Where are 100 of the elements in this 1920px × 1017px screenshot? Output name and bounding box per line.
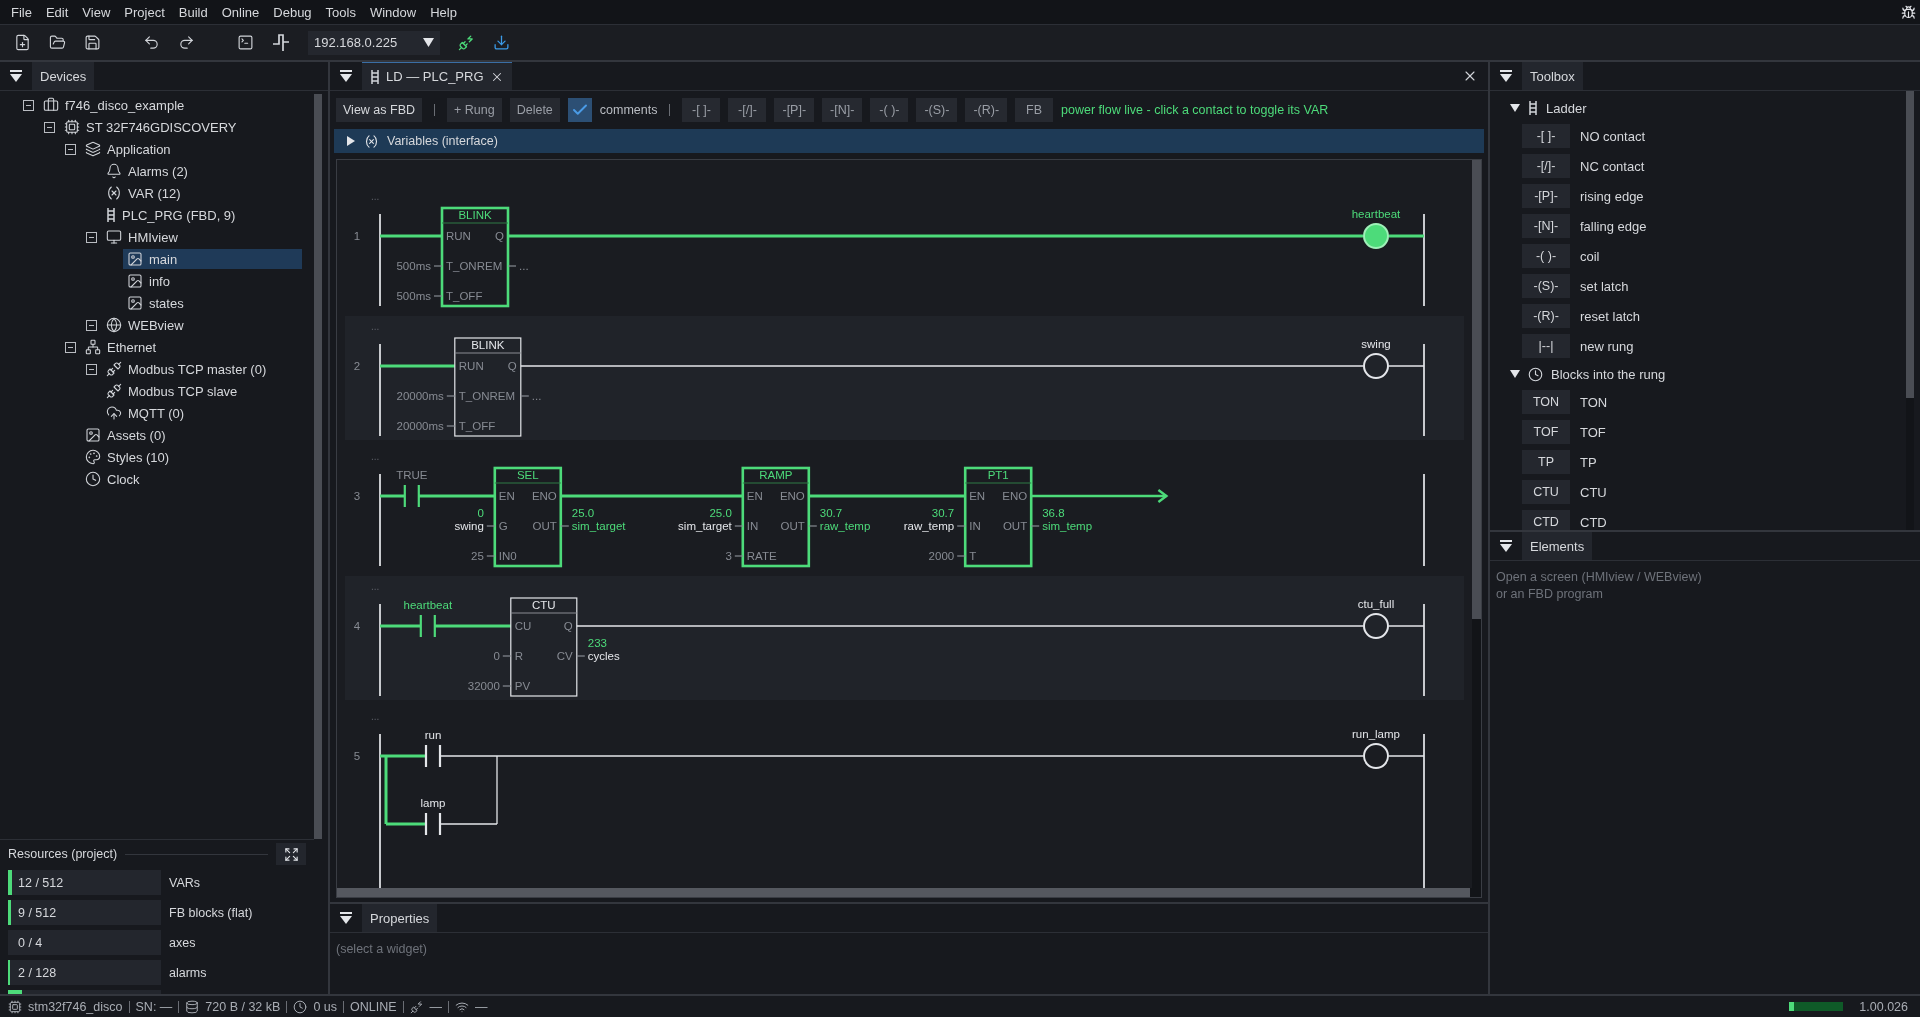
palette-item[interactable]: CTU [1522, 480, 1570, 504]
panel-menu-icon[interactable] [339, 911, 353, 925]
save-icon[interactable] [84, 34, 101, 51]
menu-item[interactable]: Tools [318, 4, 363, 20]
tree-item[interactable]: ST 32F746GDISCOVERY [60, 117, 302, 137]
bug-icon[interactable] [1901, 4, 1916, 20]
tree-item[interactable]: states [123, 293, 302, 313]
view-as-fbd-button[interactable]: View as FBD [336, 98, 422, 122]
palette-item[interactable]: -[ ]- [1522, 124, 1570, 148]
group-label[interactable]: Blocks into the rung [1551, 366, 1666, 382]
panel-menu-icon[interactable] [9, 69, 23, 83]
panel-menu-icon[interactable] [339, 69, 353, 83]
panel-tab[interactable]: Elements [1522, 532, 1593, 560]
contact-symbol[interactable] [424, 813, 442, 835]
tree-item[interactable]: Modbus TCP slave [102, 381, 302, 401]
snippet-button[interactable]: -[P]- [774, 98, 815, 122]
plug-icon[interactable] [458, 34, 476, 51]
collapse-icon[interactable] [1510, 369, 1520, 379]
menu-item[interactable]: File [4, 4, 39, 20]
contact-symbol[interactable] [419, 615, 436, 637]
snippet-button[interactable]: -(R)- [965, 98, 1008, 122]
signal-step-icon[interactable] [272, 32, 290, 53]
palette-item[interactable]: TON [1522, 390, 1570, 414]
function-block[interactable] [493, 466, 563, 568]
coil-symbol[interactable] [1363, 613, 1389, 639]
scrollbar-thumb[interactable] [314, 94, 322, 839]
contact-symbol[interactable] [403, 485, 420, 507]
palette-item[interactable]: -(S)- [1522, 274, 1570, 298]
panel-tab[interactable]: Devices [32, 62, 95, 90]
tree-item[interactable]: f746_disco_example [39, 95, 302, 115]
open-folder-icon[interactable] [49, 34, 66, 51]
coil-symbol[interactable] [1363, 223, 1389, 249]
menu-item[interactable]: Build [171, 4, 215, 20]
address-dropdown[interactable]: 192.168.0.225 [308, 30, 441, 55]
panel-tab[interactable]: Properties [362, 904, 438, 932]
tree-item[interactable]: Modbus TCP master (0) [102, 359, 302, 379]
function-block[interactable] [741, 466, 811, 568]
variables-bar[interactable]: Variables (interface) [334, 129, 1484, 153]
palette-item[interactable]: -[P]- [1522, 184, 1570, 208]
collapse-icon[interactable] [44, 121, 55, 133]
collapse-icon[interactable] [86, 231, 97, 243]
menu-item[interactable]: Help [423, 4, 464, 20]
collapse-icon[interactable] [65, 143, 76, 155]
undo-icon[interactable] [143, 34, 160, 51]
tree-item[interactable]: Assets (0) [81, 425, 302, 445]
palette-item[interactable]: -[N]- [1522, 214, 1570, 238]
new-file-icon[interactable] [14, 34, 31, 51]
menu-item[interactable]: Window [362, 4, 424, 20]
tree-item[interactable]: Application [81, 139, 302, 159]
editor-tab[interactable]: LD — PLC_PRG [362, 62, 512, 90]
menu-item[interactable]: Edit [38, 4, 76, 20]
tree-item[interactable]: HMIview [102, 227, 302, 247]
tree-item[interactable]: VAR (12) [102, 183, 302, 203]
snippet-button[interactable]: -(S)- [916, 98, 958, 122]
function-block[interactable] [440, 206, 510, 308]
snippet-button[interactable]: -[/]- [728, 98, 767, 122]
palette-item[interactable]: -( )- [1522, 244, 1570, 268]
scrollbar-thumb[interactable] [1472, 160, 1481, 619]
download-icon[interactable] [493, 34, 511, 51]
expand-button[interactable] [276, 843, 306, 865]
coil-symbol[interactable] [1363, 743, 1389, 769]
palette-item[interactable]: TOF [1522, 420, 1570, 444]
snippet-button[interactable]: -[ ]- [682, 98, 721, 122]
scrollbar-thumb[interactable] [1906, 91, 1914, 399]
tree-item[interactable]: Alarms (2) [102, 161, 302, 181]
snippet-button[interactable]: FB [1015, 98, 1054, 122]
menu-item[interactable]: Project [117, 4, 172, 20]
tree-item[interactable]: main [123, 249, 302, 269]
tree-item[interactable]: MQTT (0) [102, 403, 302, 423]
redo-icon[interactable] [178, 34, 195, 51]
tree-item[interactable]: Styles (10) [81, 447, 302, 467]
collapse-icon[interactable] [1510, 103, 1520, 113]
contact-symbol[interactable] [424, 745, 442, 767]
collapse-icon[interactable] [23, 99, 34, 111]
palette-item[interactable]: TP [1522, 450, 1570, 474]
tree-item[interactable]: Ethernet [81, 337, 302, 357]
menu-item[interactable]: Online [214, 4, 267, 20]
palette-item[interactable]: CTD [1522, 510, 1570, 530]
panel-menu-icon[interactable] [1499, 539, 1513, 553]
menu-item[interactable]: View [75, 4, 118, 20]
collapse-icon[interactable] [65, 341, 76, 353]
group-label[interactable]: Ladder [1546, 100, 1587, 116]
snippet-button[interactable]: -[N]- [822, 98, 863, 122]
function-block[interactable] [963, 466, 1033, 568]
snippet-button[interactable]: -( )- [870, 98, 909, 122]
menu-item[interactable]: Debug [266, 4, 319, 20]
panel-menu-icon[interactable] [1499, 69, 1513, 83]
palette-item[interactable]: -[/]- [1522, 154, 1570, 178]
tree-item[interactable]: PLC_PRG (FBD, 9) [102, 205, 302, 225]
coil-symbol[interactable] [1363, 353, 1389, 379]
tree-item[interactable]: info [123, 271, 302, 291]
palette-item[interactable]: -(R)- [1522, 304, 1570, 328]
checkbox[interactable] [567, 98, 592, 122]
toolbar-button[interactable]: Delete [509, 98, 560, 122]
panel-tab[interactable]: Toolbox [1522, 62, 1583, 90]
expand-icon[interactable] [346, 136, 356, 146]
collapse-icon[interactable] [86, 319, 97, 331]
palette-item[interactable]: |--| [1522, 334, 1570, 358]
tree-item[interactable]: WEBview [102, 315, 302, 335]
scrollbar-thumb[interactable] [337, 888, 1470, 897]
